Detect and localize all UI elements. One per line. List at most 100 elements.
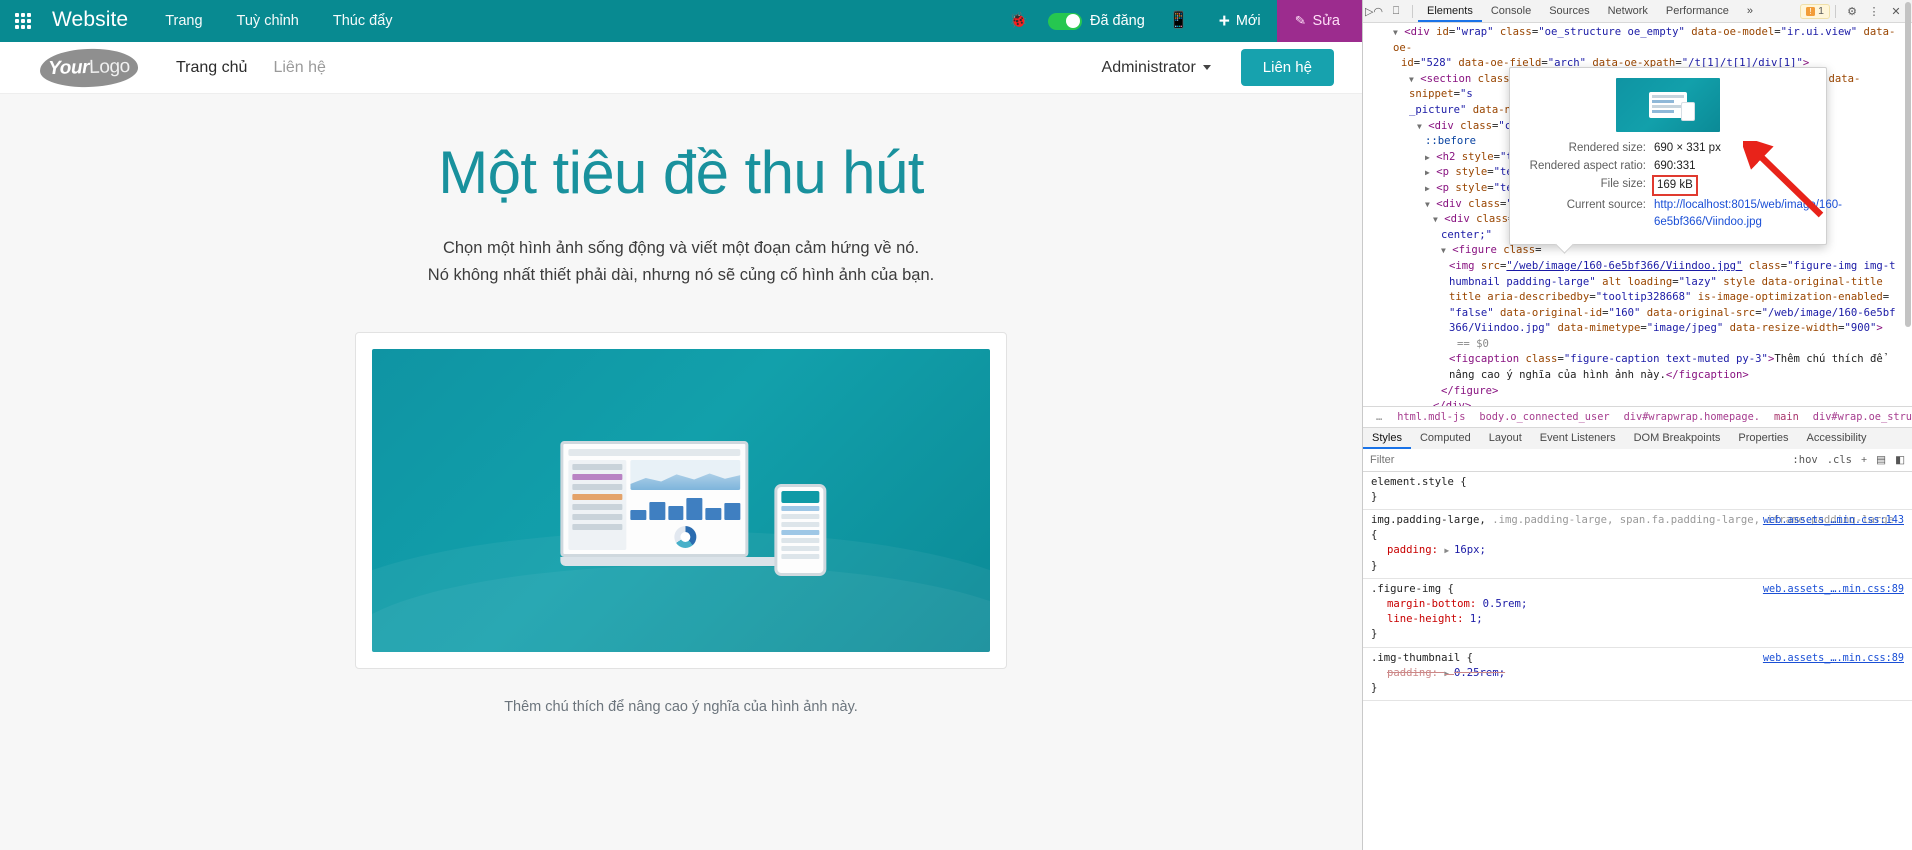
css-source-link[interactable]: web.assets_….min.css:89	[1763, 582, 1904, 597]
system-bar-right: 🐞 Đã đăng 📱 + Mới ✎ Sửa	[993, 0, 1362, 42]
tab-accessibility[interactable]: Accessibility	[1798, 428, 1876, 449]
tab-dom-breakpoints[interactable]: DOM Breakpoints	[1625, 428, 1730, 449]
laptop-bar-chart	[630, 494, 740, 520]
laptop-area-chart	[630, 460, 740, 490]
css-declaration[interactable]: padding: ▶ 0.25rem;	[1371, 666, 1904, 681]
warning-badge[interactable]: ! 1	[1800, 4, 1830, 19]
dom-node-line[interactable]: == $0	[1369, 337, 1900, 353]
css-declaration[interactable]: line-height: 1;	[1371, 612, 1904, 627]
inspect-element-icon[interactable]: ▷◠	[1363, 5, 1385, 18]
tab-performance[interactable]: Performance	[1657, 0, 1738, 22]
breadcrumb-body[interactable]: body.o_connected_user	[1472, 411, 1616, 423]
sysmenu-item-customize[interactable]: Tuỳ chỉnh	[220, 0, 316, 42]
tab-computed[interactable]: Computed	[1411, 428, 1480, 449]
sysmenu-item-promote[interactable]: Thúc đẩy	[316, 0, 410, 42]
dom-tree[interactable]: ▼ <div id="wrap" class="oe_structure oe_…	[1363, 23, 1912, 406]
site-logo[interactable]: YourLogo	[40, 47, 139, 88]
devtools-panel: ▷◠ ⎕ Elements Console Sources Network Pe…	[1362, 0, 1912, 850]
tab-event-listeners[interactable]: Event Listeners	[1531, 428, 1625, 449]
more-options-icon[interactable]: ⋮	[1863, 5, 1885, 18]
dom-breadcrumb: … html.mdl-js body.o_connected_user div#…	[1363, 406, 1912, 427]
user-name: Administrator	[1102, 59, 1196, 77]
dom-node-line[interactable]: ▼ <div id="wrap" class="oe_structure oe_…	[1369, 25, 1900, 56]
css-selector[interactable]: element.style {	[1371, 475, 1904, 490]
apps-grid-icon[interactable]	[0, 12, 46, 30]
pencil-icon: ✎	[1294, 12, 1307, 29]
css-rule[interactable]: web.assets_….min.css:89.img-thumbnail {p…	[1363, 648, 1912, 702]
devtools-tabs: Elements Console Sources Network Perform…	[1418, 0, 1762, 22]
dom-node-line[interactable]: <img src="/web/image/160-6e5bf366/Viindo…	[1369, 259, 1900, 275]
dom-node-line[interactable]: "false" data-original-id="160" data-orig…	[1369, 306, 1900, 322]
computed-sidebar-icon[interactable]: ◧	[1895, 454, 1905, 466]
styles-tab-bar: Styles Computed Layout Event Listeners D…	[1363, 427, 1912, 449]
device-toolbar-icon[interactable]: ⎕	[1385, 5, 1407, 18]
dom-node-line[interactable]: </div>	[1369, 399, 1900, 405]
css-source-link[interactable]: web.assets_….min.css:89	[1763, 651, 1904, 666]
more-tabs-chevron-icon[interactable]: »	[1738, 0, 1762, 22]
new-button[interactable]: + Mới	[1203, 0, 1277, 42]
print-media-icon[interactable]: ▤	[1876, 454, 1886, 466]
system-menu: Trang Tuỳ chỉnh Thúc đẩy	[148, 0, 409, 42]
sysmenu-item-pages[interactable]: Trang	[148, 0, 219, 42]
styles-filter-input[interactable]	[1370, 454, 1792, 466]
laptop-donut-chart	[630, 524, 740, 550]
site-nav: Trang chủ Liên hệ	[176, 59, 326, 77]
css-rule-close: }	[1371, 627, 1904, 642]
tab-console[interactable]: Console	[1482, 0, 1540, 22]
tooltip-key: Rendered aspect ratio:	[1522, 158, 1654, 175]
figure-thumbnail-box[interactable]	[355, 332, 1007, 669]
css-rule[interactable]: element.style {}	[1363, 472, 1912, 510]
warning-count: 1	[1818, 5, 1824, 17]
styles-rules-pane[interactable]: element.style {}web.assets_…min.css:143i…	[1363, 472, 1912, 850]
breadcrumb-overflow-start[interactable]: …	[1369, 411, 1390, 423]
laptop-screen	[560, 441, 748, 557]
contact-cta-button[interactable]: Liên hệ	[1241, 49, 1334, 86]
phone-illustration	[774, 484, 826, 576]
nav-item-contact[interactable]: Liên hệ	[273, 59, 326, 77]
dom-node-line[interactable]: title aria-describedby="tooltip328668" i…	[1369, 290, 1900, 306]
figure-caption: Thêm chú thích để nâng cao ý nghĩa của h…	[0, 699, 1362, 715]
dom-node-line[interactable]: humbnail padding-large" alt loading="laz…	[1369, 275, 1900, 291]
tab-elements[interactable]: Elements	[1418, 0, 1482, 22]
publish-toggle[interactable]: Đã đăng	[1044, 13, 1155, 30]
page-title: Một tiêu đề thu hút	[0, 138, 1362, 207]
nav-item-home[interactable]: Trang chủ	[176, 59, 247, 77]
cls-toggle[interactable]: .cls	[1827, 454, 1852, 466]
dom-node-line[interactable]: nâng cao ý nghĩa của hình ảnh này.</figc…	[1369, 368, 1900, 384]
user-menu[interactable]: Administrator	[1102, 59, 1211, 77]
breadcrumb-wrapwrap[interactable]: div#wrapwrap.homepage.	[1617, 411, 1767, 423]
breadcrumb-main[interactable]: main	[1767, 411, 1806, 423]
css-declaration[interactable]: margin-bottom: 0.5rem;	[1371, 597, 1904, 612]
dom-node-line[interactable]: ▼ <figure class=	[1369, 243, 1900, 259]
css-rule[interactable]: web.assets_…min.css:143img.padding-large…	[1363, 510, 1912, 579]
website-header: YourLogo Trang chủ Liên hệ Administrator…	[0, 42, 1362, 94]
tooltip-value: 690:331	[1654, 158, 1696, 175]
css-source-link[interactable]: web.assets_…min.css:143	[1763, 513, 1904, 528]
breadcrumb-html[interactable]: html.mdl-js	[1390, 411, 1472, 423]
tab-properties[interactable]: Properties	[1729, 428, 1797, 449]
new-style-rule-icon[interactable]: +	[1861, 454, 1867, 466]
dom-node-line[interactable]: 366/Viindoo.jpg" data-mimetype="image/jp…	[1369, 321, 1900, 337]
edit-button[interactable]: ✎ Sửa	[1277, 0, 1362, 42]
close-icon[interactable]: ✕	[1885, 5, 1907, 18]
toggle-switch[interactable]	[1048, 13, 1082, 30]
mobile-preview-icon[interactable]: 📱	[1155, 0, 1203, 42]
css-declaration[interactable]: padding: ▶ 16px;	[1371, 543, 1904, 558]
hov-toggle[interactable]: :hov	[1792, 454, 1817, 466]
tab-styles[interactable]: Styles	[1363, 428, 1411, 449]
breadcrumb-wrap[interactable]: div#wrap.oe_structure.oe_e	[1806, 411, 1912, 423]
tab-network[interactable]: Network	[1599, 0, 1657, 22]
tooltip-value: 690 × 331 px	[1654, 140, 1721, 157]
bug-icon[interactable]: 🐞	[993, 0, 1044, 42]
gear-icon[interactable]: ⚙	[1841, 5, 1863, 18]
tab-sources[interactable]: Sources	[1540, 0, 1598, 22]
laptop-content	[568, 460, 740, 546]
hero-image[interactable]	[372, 349, 990, 652]
tooltip-key: Current source:	[1522, 197, 1654, 231]
dom-node-line[interactable]: <figcaption class="figure-caption text-m…	[1369, 352, 1900, 368]
css-rule[interactable]: web.assets_….min.css:89.figure-img {marg…	[1363, 579, 1912, 648]
tooltip-thumbnail	[1616, 78, 1720, 132]
tooltip-value: 169 kB	[1654, 176, 1698, 196]
dom-node-line[interactable]: </figure>	[1369, 384, 1900, 400]
tab-layout[interactable]: Layout	[1480, 428, 1531, 449]
